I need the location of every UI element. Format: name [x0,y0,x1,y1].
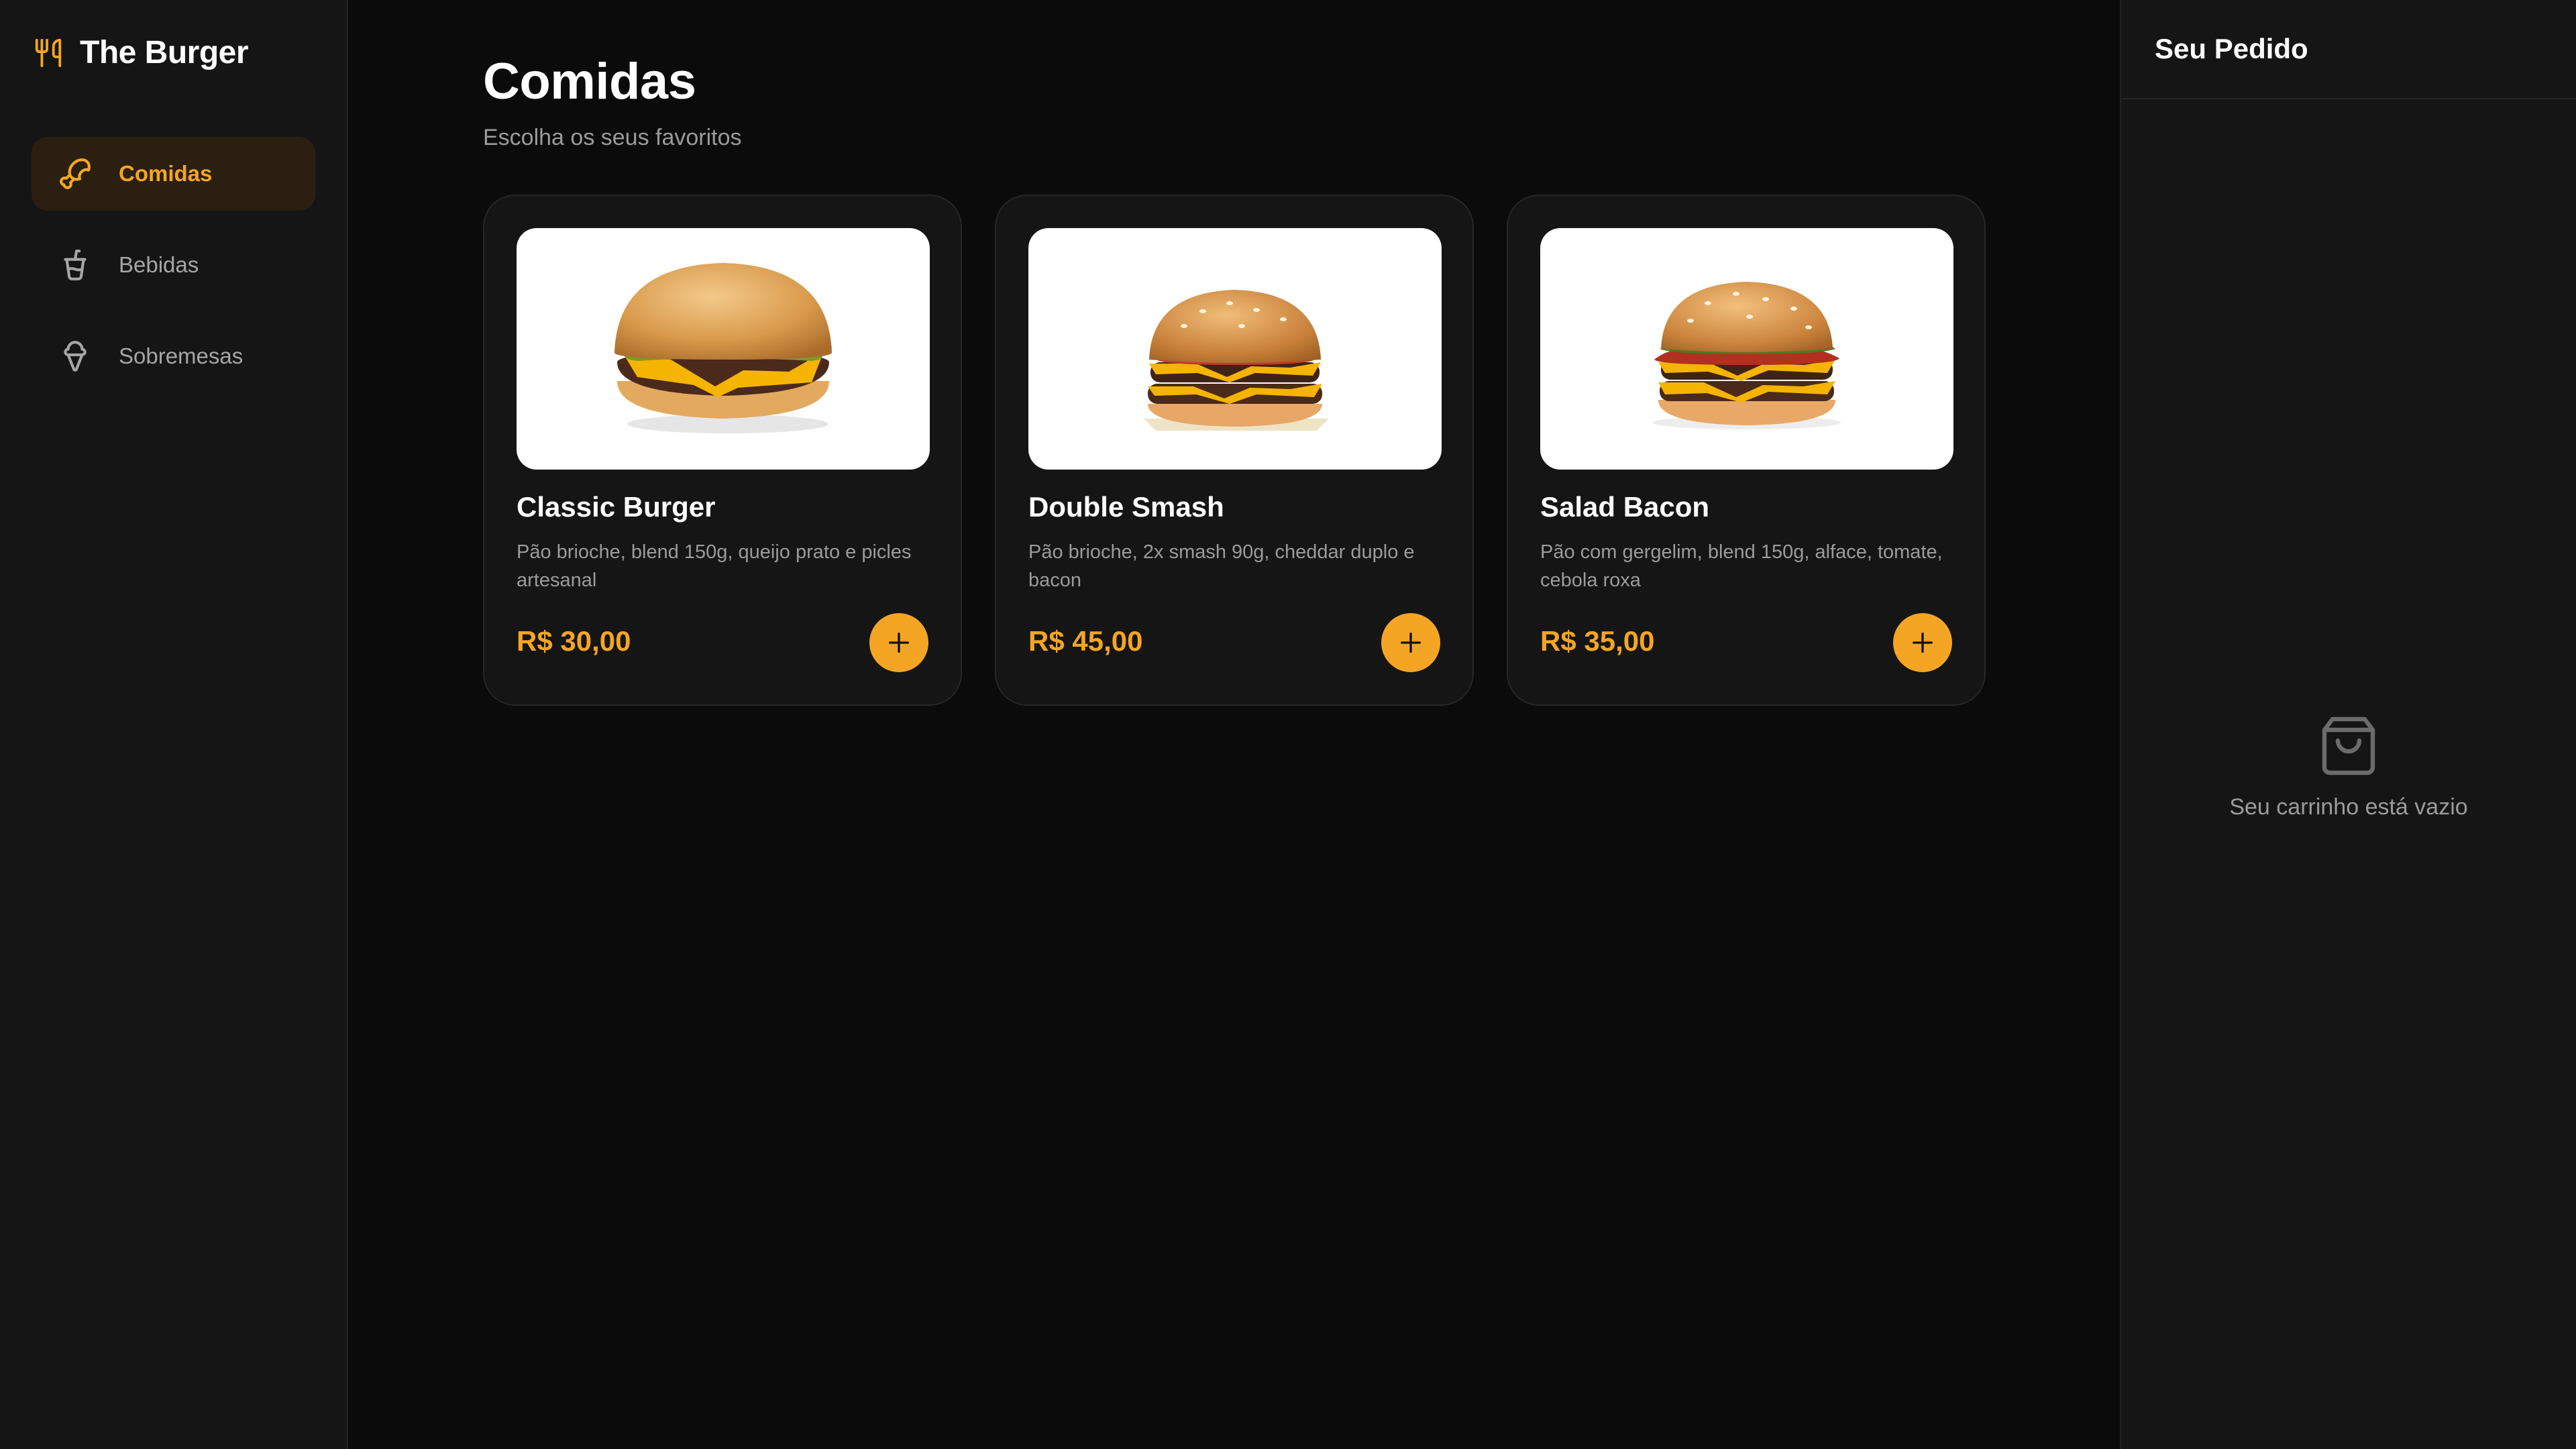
burger-icon [60,158,91,189]
order-header: Seu Pedido [2121,0,2576,99]
product-price: R$ 45,00 [1028,625,1143,657]
salad-bacon-illustration [1653,282,1841,429]
product-card[interactable]: Double Smash Pão brioche, 2x smash 90g, … [995,195,1474,706]
brand[interactable]: The Burger [33,34,249,71]
classic-burger-image [517,228,930,470]
ice-cream-icon [64,341,87,372]
shopping-bag-icon [2322,716,2375,775]
add-to-cart-button[interactable] [869,613,928,672]
product-grid: Classic Burger Pão brioche, blend 150g, … [483,195,1986,706]
brand-name: The Burger [80,35,249,70]
order-panel: Seu Pedido Seu carrinho está vazio [2120,0,2576,1449]
add-to-cart-button[interactable] [1893,613,1952,672]
product-description: Pão brioche, blend 150g, queijo prato e … [517,541,912,591]
product-card[interactable]: Classic Burger Pão brioche, blend 150g, … [483,195,962,706]
sidebar-item-label: Sobremesas [119,343,244,368]
sidebar: The Burger Comidas Bebidas Sobremesas [0,0,348,1449]
empty-cart-text: Seu carrinho está vazio [2229,794,2468,820]
app: The Burger Comidas Bebidas Sobremesas Co… [0,0,2576,1449]
product-card[interactable]: Salad Bacon Pão com gergelim, blend 150g… [1507,195,1986,706]
product-price: R$ 30,00 [517,625,631,657]
plus-icon [889,633,909,653]
utensils-icon [35,38,62,67]
product-description: Pão brioche, 2x smash 90g, cheddar duplo… [1028,541,1415,591]
product-name: Double Smash [1028,491,1224,523]
sidebar-item-label: Bebidas [119,252,199,277]
plus-icon [1913,633,1933,653]
add-to-cart-button[interactable] [1381,613,1440,672]
double-smash-image [1028,228,1442,470]
sidebar-item-comidas[interactable]: Comidas [32,137,315,211]
product-name: Salad Bacon [1540,491,1710,523]
product-price: R$ 35,00 [1540,625,1655,657]
sidebar-item-label: Comidas [119,161,213,186]
product-name: Classic Burger [517,491,716,523]
empty-cart-state: Seu carrinho está vazio [2121,714,2576,820]
sidebar-nav: Comidas Bebidas Sobremesas [32,137,315,411]
page-subtitle: Escolha os seus favoritos [483,125,742,150]
page-title: Comidas [483,53,696,110]
product-description: Pão com gergelim, blend 150g, alface, to… [1540,541,1943,591]
classic-burger-illustration [614,263,832,433]
order-title: Seu Pedido [2155,33,2308,64]
double-smash-illustration [1144,290,1329,431]
sidebar-item-sobremesas[interactable]: Sobremesas [32,319,315,393]
cup-icon [64,250,87,280]
plus-icon [1401,633,1421,653]
main-content: Comidas Escolha os seus favoritos Classi… [348,0,2120,1449]
sidebar-item-bebidas[interactable]: Bebidas [32,228,315,302]
salad-bacon-image [1540,228,1953,470]
